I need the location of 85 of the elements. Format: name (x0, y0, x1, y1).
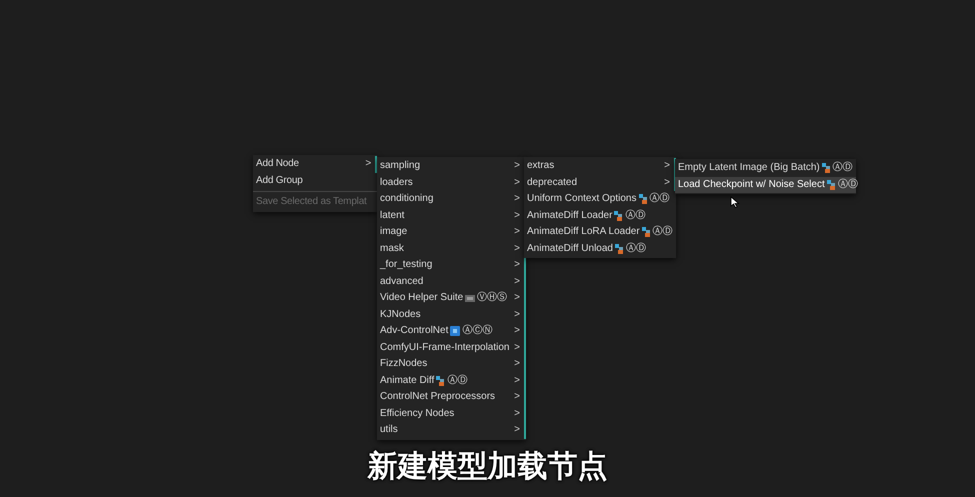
menu-item-label: loaders (380, 178, 413, 188)
menu-item[interactable]: AnimateDiff Unload ⒶⒹ (524, 240, 676, 257)
menu-item-label: conditioning (380, 194, 434, 204)
color-dots-icon (826, 180, 836, 190)
menu-item-label: Load Checkpoint w/ Noise Select (678, 180, 825, 190)
menu-item-label: Uniform Context Options (527, 194, 636, 204)
badge-text: ⒶⒹ (838, 180, 858, 190)
menu-item-label: Empty Latent Image (Big Batch) (678, 163, 820, 174)
menu-item-label: ComfyUI-Frame-Interpolation (380, 342, 510, 353)
cursor-icon (730, 196, 740, 208)
submenu-arrow: > (514, 194, 520, 204)
menu-item[interactable]: AnimateDiff Loader ⒶⒹ (524, 208, 676, 224)
menu-item[interactable]: Animate Diff ⒶⒹ > (377, 372, 526, 389)
menu-item-label: Video Helper Suite (380, 293, 464, 304)
menu-item-label: AnimateDiff Loader (527, 210, 612, 221)
submenu-arrow: > (514, 227, 520, 238)
submenu-arrow: > (514, 276, 520, 287)
menu-item[interactable]: Load Checkpoint w/ Noise Select ⒶⒹ (675, 176, 856, 193)
menu-item-label: advanced (380, 276, 424, 287)
menu-item[interactable]: Efficiency Nodes > (377, 406, 526, 422)
badge-text: ⒶⒹ (832, 163, 853, 174)
submenu-arrow: > (514, 293, 520, 304)
submenu-arrow: > (514, 392, 520, 402)
color-dots-icon (822, 163, 831, 174)
menu-item-label: ControlNet Preprocessors (380, 392, 496, 402)
color-dots-icon (436, 376, 446, 386)
submenu-arrow: > (514, 408, 520, 419)
submenu-arrow: > (664, 178, 670, 188)
film-icon (465, 294, 476, 303)
menu-item-label: deprecated (527, 178, 578, 188)
badge-text: ⓋⒽⓈ (477, 293, 508, 304)
menu-item[interactable]: FizzNodes > (377, 356, 526, 372)
color-dots-icon (614, 210, 624, 221)
menu-item[interactable]: advanced > (377, 274, 526, 290)
badge-text: ⒶⒹ (650, 194, 670, 204)
submenu-arrow: > (514, 342, 520, 353)
menu-item[interactable]: ComfyUI-Frame-Interpolation > (377, 340, 526, 356)
color-dots-icon (638, 194, 648, 204)
submenu-arrow: > (514, 161, 520, 172)
menu-item-label: latent (380, 210, 404, 221)
menu-item-label: extras (527, 161, 554, 172)
submenu-arrow: > (514, 310, 520, 320)
badge-text: ⒶⒹ (625, 210, 646, 221)
menu-item-label: AnimateDiff LoRA Loader (527, 227, 640, 238)
submenu-arrow: > (514, 210, 520, 221)
badge-text: ⒶⒹ (447, 376, 468, 386)
submenu-arrow: > (514, 376, 520, 386)
menu-item-label: Adv-ControlNet (380, 326, 448, 336)
menu-item[interactable]: KJNodes > (377, 306, 526, 323)
color-dots-icon (614, 244, 624, 254)
menu-item-label: AnimateDiff Unload (527, 244, 613, 254)
badge-text: ⒶⒹ (626, 244, 646, 254)
menu-item[interactable]: Empty Latent Image (Big Batch) ⒶⒹ (675, 160, 856, 176)
submenu-arrow: > (664, 161, 670, 172)
menu-item-label: Save Selected as Templat (256, 197, 367, 208)
menu-item-label: image (380, 227, 408, 238)
subtitle: 新建模型加载节点 (368, 452, 608, 482)
submenu-arrow: > (514, 359, 520, 370)
menu-item-label: mask (380, 244, 404, 254)
menu-item-label: sampling (380, 161, 420, 172)
menu-item-label: FizzNodes (380, 359, 428, 370)
color-dots-icon (642, 227, 651, 238)
menu-item[interactable]: Video Helper Suite ⓋⒽⓈ > (377, 290, 526, 306)
menu-item-label: _for_testing (380, 260, 432, 270)
submenu-arrow: > (514, 326, 520, 336)
menu-item[interactable]: Add Group (253, 172, 377, 189)
submenu-arrow: > (514, 178, 520, 188)
menu-item[interactable]: Uniform Context Options ⒶⒹ (524, 191, 676, 208)
submenu-arrow: > (514, 425, 520, 436)
menu-item-label: KJNodes (380, 310, 421, 320)
menu-item[interactable]: utils > (377, 422, 526, 438)
menu-item-label: Efficiency Nodes (380, 408, 454, 419)
menu-item[interactable]: Adv-ControlNet ⒶⒸⓃ > (377, 323, 526, 340)
menu-item[interactable]: ControlNet Preprocessors > (377, 389, 526, 406)
menu-item-label: Add Group (256, 176, 303, 186)
submenu-arrow: > (514, 260, 520, 270)
submenu-arrow: > (365, 159, 371, 170)
menu-item-label: Add Node (256, 159, 299, 170)
badge-text: ⒶⒸⓃ (462, 326, 492, 336)
cube-icon (450, 326, 460, 336)
menu-item-label: Animate Diff (380, 376, 434, 386)
menu-item-label: utils (380, 425, 398, 436)
badge-text: ⒶⒹ (652, 227, 673, 238)
submenu-arrow: > (514, 244, 520, 254)
menu-item[interactable]: AnimateDiff LoRA Loader ⒶⒹ (524, 224, 676, 240)
